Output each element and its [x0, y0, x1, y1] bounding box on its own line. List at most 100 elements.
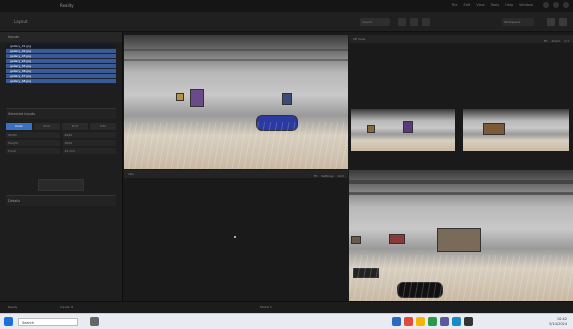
app-icon[interactable] [90, 317, 99, 326]
app-icon[interactable] [416, 317, 425, 326]
gallery-render [124, 35, 348, 169]
taskbar-search[interactable]: Search [18, 318, 78, 326]
viewport-title: 1Ds [128, 172, 134, 176]
thumbnail[interactable] [463, 109, 569, 151]
app-icon[interactable] [404, 317, 413, 326]
tab-info[interactable]: Info [90, 123, 116, 130]
workspace-dropdown[interactable]: Workspace [502, 18, 534, 26]
thumbnail[interactable] [351, 109, 455, 151]
settings-icon[interactable] [547, 18, 555, 26]
app-icon[interactable] [464, 317, 473, 326]
menu-window[interactable]: Window [519, 3, 533, 7]
menu-view[interactable]: View [476, 3, 484, 7]
app-icon[interactable] [428, 317, 437, 326]
title-bar: Reality File Edit View Tools Help Window [0, 0, 573, 12]
property-value[interactable]: 4000 [62, 132, 116, 138]
viewport-1ds[interactable]: 1Ds Fit Settings Grid [124, 170, 348, 301]
status-bar: Ready Inputs: 8 Model 1 [0, 301, 573, 313]
status-mid: Inputs: 8 [60, 305, 74, 309]
floor-grid [349, 255, 573, 301]
selected-inputs-section[interactable]: Selected inputs [6, 108, 116, 119]
close-button[interactable] [563, 2, 569, 8]
viewport-tools: Fit Settings Grid [314, 172, 344, 180]
property-value[interactable]: 3000 [62, 140, 116, 146]
window-controls [543, 2, 569, 8]
menu-bar: File Edit View Tools Help Window [452, 3, 533, 7]
painting-image [351, 236, 361, 244]
toolbar-right [547, 18, 567, 26]
start-icon[interactable] [4, 317, 13, 326]
property-value[interactable]: 24 mm [62, 148, 116, 154]
property-row: Width 4000 [6, 132, 116, 138]
app-title: Reality [60, 3, 74, 8]
property-tabs: Color Prior Exif Info [6, 123, 116, 130]
maximize-button[interactable] [553, 2, 559, 8]
painting-image [176, 93, 184, 101]
cursor-marker [234, 236, 236, 238]
viewport-3d[interactable] [124, 35, 348, 169]
painting-image [367, 125, 375, 133]
app-icon[interactable] [392, 317, 401, 326]
app-icon[interactable] [452, 317, 461, 326]
zoom-button[interactable]: Zoom [552, 37, 561, 45]
thumbnail-image [351, 109, 455, 151]
painting-image [389, 234, 405, 244]
property-label: Focal [6, 148, 60, 154]
clock-date: 3/14/2024 [549, 322, 567, 326]
menu-edit[interactable]: Edit [463, 3, 470, 7]
fit-button[interactable]: Fit [314, 172, 318, 180]
ceiling-beam [124, 59, 348, 61]
viewport-header: 2D View Fit Zoom 1:1 [349, 35, 573, 43]
menu-help[interactable]: Help [505, 3, 513, 7]
ceiling-beam [349, 192, 573, 195]
grid-icon[interactable] [410, 18, 418, 26]
status-right: Model 1 [260, 305, 272, 309]
gallery-photo [349, 170, 573, 301]
camera-icon[interactable] [398, 18, 406, 26]
property-label: Width [6, 132, 60, 138]
ceiling-beam [349, 180, 573, 184]
one-to-one-button[interactable]: 1:1 [564, 37, 569, 45]
viewport-image[interactable] [349, 170, 573, 301]
fit-button[interactable]: Fit [544, 37, 548, 45]
tab-exif[interactable]: Exif [62, 123, 88, 130]
taskbar: Search 10:42 3/14/2024 [0, 313, 573, 329]
grid-button[interactable]: Grid [338, 172, 344, 180]
sidebar-header: Inputs [0, 32, 122, 42]
viewport-2d[interactable]: 2D View Fit Zoom 1:1 [349, 35, 573, 169]
viewport-tools: Fit Zoom 1:1 [544, 37, 569, 45]
layout-label[interactable]: Layout [14, 19, 28, 24]
ceiling-beam [124, 49, 348, 51]
status-left: Ready [8, 305, 18, 309]
painting-image [403, 121, 413, 133]
settings-button[interactable]: Settings [321, 172, 333, 180]
viewport-title: 2D View [353, 37, 366, 41]
painting-image [437, 228, 481, 252]
preview-box[interactable] [38, 179, 84, 191]
help-icon[interactable] [559, 18, 567, 26]
painting-image [483, 123, 505, 135]
left-sidebar: Inputs gallery_01.jpg gallery_02.jpg gal… [0, 32, 123, 301]
file-list: gallery_01.jpg gallery_02.jpg gallery_03… [6, 44, 116, 84]
thumbnail-image [463, 109, 569, 151]
floor-grid [124, 122, 348, 169]
main-toolbar: Layout Search Workspace [0, 12, 573, 32]
viewport-header: 1Ds Fit Settings Grid [124, 170, 348, 178]
layers-icon[interactable] [422, 18, 430, 26]
painting-image [190, 89, 204, 107]
system-clock[interactable]: 10:42 3/14/2024 [549, 317, 567, 327]
app-icon[interactable] [440, 317, 449, 326]
property-row: Height 3000 [6, 140, 116, 146]
menu-file[interactable]: File [452, 3, 458, 7]
painting-image [282, 93, 292, 105]
details-section[interactable]: Details [6, 195, 116, 206]
tab-prior[interactable]: Prior [34, 123, 60, 130]
menu-tools[interactable]: Tools [491, 3, 500, 7]
property-row: Focal 24 mm [6, 148, 116, 154]
toolbar-icons [398, 18, 430, 26]
tab-color[interactable]: Color [6, 123, 32, 130]
property-label: Height [6, 140, 60, 146]
list-item[interactable]: gallery_08.jpg [6, 79, 116, 84]
minimize-button[interactable] [543, 2, 549, 8]
search-input[interactable]: Search [360, 18, 390, 26]
